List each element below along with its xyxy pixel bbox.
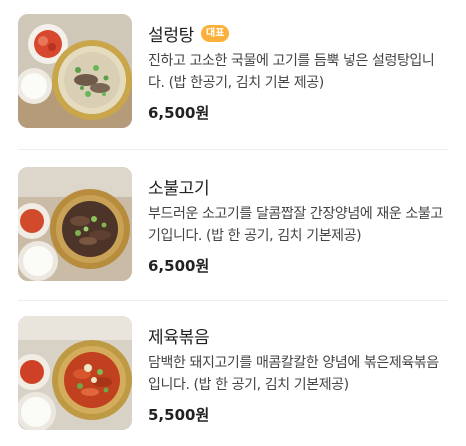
menu-item-description: 부드러운 소고기를 달콤짭잘 간장양념에 재운 소불고기입니다. (밥 한 공기… [148,206,443,244]
menu-item-jeyuk[interactable]: 제육볶음 담백한 돼지고기를 매콤칼칼한 양념에 볶은제육볶음입니다. (밥 한… [0,302,466,446]
menu-item-info: 소불고기 부드러운 소고기를 달콤짭잘 간장양념에 재운 소불고기입니다. (밥… [148,173,452,276]
menu-item-bulgogi[interactable]: 소불고기 부드러운 소고기를 달콤짭잘 간장양념에 재운 소불고기입니다. (밥… [0,151,466,301]
menu-item-name: 설렁탕 [148,25,195,46]
jeyuk-photo-icon [18,316,132,430]
menu-item-name: 제육볶음 [148,327,210,348]
menu-item-seolleongtang[interactable]: 설렁탕 대표 진하고 고소한 국물에 고기를 듬뿍 넣은 설렁탕입니다. (밥 … [0,0,466,150]
title-row: 소불고기 [148,173,452,199]
seolleongtang-photo-icon [18,14,132,128]
menu-item-image[interactable] [18,14,132,128]
signature-badge: 대표 [201,24,230,42]
menu-list: 설렁탕 대표 진하고 고소한 국물에 고기를 듬뿍 넣은 설렁탕입니다. (밥 … [0,0,466,446]
menu-item-description: 담백한 돼지고기를 매콤칼칼한 양념에 볶은제육볶음입니다. (밥 한 공기, … [148,355,439,393]
menu-item-description: 진하고 고소한 국물에 고기를 듬뿍 넣은 설렁탕입니다. (밥 한공기, 김치… [148,53,435,91]
menu-item-name: 소불고기 [148,178,210,199]
title-row: 제육볶음 [148,322,452,348]
menu-item-price: 5,500원 [148,406,210,424]
divider [18,149,448,150]
title-row: 설렁탕 대표 [148,20,452,46]
menu-item-price: 6,500원 [148,257,210,275]
menu-item-price: 6,500원 [148,104,210,122]
menu-item-info: 제육볶음 담백한 돼지고기를 매콤칼칼한 양념에 볶은제육볶음입니다. (밥 한… [148,322,452,425]
menu-item-image[interactable] [18,316,132,430]
menu-item-info: 설렁탕 대표 진하고 고소한 국물에 고기를 듬뿍 넣은 설렁탕입니다. (밥 … [148,20,452,123]
menu-item-image[interactable] [18,167,132,281]
bulgogi-photo-icon [18,167,132,281]
divider [18,300,448,301]
